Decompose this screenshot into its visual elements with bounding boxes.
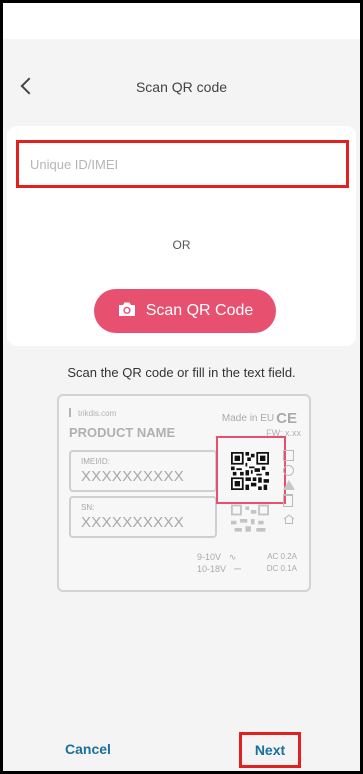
qr-code-faded-icon: [231, 504, 269, 532]
recycle-bin-icon: [283, 494, 293, 507]
app-screen: Scan QR code OR Scan QR Code Scan the QR…: [0, 0, 363, 774]
instruction-text: Scan the QR code or fill in the text fie…: [67, 365, 296, 380]
current-ac-text: AC 0.2A: [267, 552, 297, 561]
trikdis-logo-icon: [69, 408, 76, 417]
device-made-in: Made in EU CE: [222, 410, 297, 427]
device-imei-box: IMEI/ID: XXXXXXXXXX: [69, 450, 217, 492]
header: Scan QR code: [3, 39, 360, 125]
page-title: Scan QR code: [135, 79, 228, 95]
device-voltage-ratings: 9-10V ∿ 10-18V ⎓: [197, 551, 247, 575]
next-button-label: Next: [254, 742, 286, 758]
camera-icon: [117, 301, 137, 322]
cancel-button[interactable]: Cancel: [65, 741, 111, 757]
device-sn-box: SN: XXXXXXXXXX: [69, 496, 217, 538]
scan-qr-button[interactable]: Scan QR Code: [94, 289, 276, 333]
device-current-ratings: AC 0.2A DC 0.1A: [267, 551, 297, 575]
ce-mark-icon: CE: [276, 410, 297, 427]
device-label-illustration: trikdis.com Made in EU CE PRODUCT NAME FW…: [57, 394, 311, 592]
id-input-container: [16, 140, 349, 188]
or-divider: OR: [172, 238, 191, 252]
device-brand: trikdis.com: [69, 408, 116, 418]
qr-code-icon: [231, 452, 269, 490]
bottom-action-bar: Cancel Next: [3, 723, 360, 771]
device-symbol-column: [283, 450, 299, 529]
current-dc-text: DC 0.1A: [266, 564, 297, 573]
ac-symbol-icon: ∿: [228, 552, 237, 562]
info-box-icon: [283, 450, 294, 461]
status-bar: [3, 3, 360, 39]
device-sn-label: SN:: [81, 503, 95, 512]
voltage-ac-text: 9-10V: [197, 552, 222, 562]
device-imei-value: XXXXXXXXXX: [81, 468, 185, 485]
device-imei-label: IMEI/ID:: [81, 457, 110, 466]
device-made-in-text: Made in EU: [221, 413, 275, 424]
scan-qr-button-label: Scan QR Code: [145, 302, 254, 319]
warning-triangle-icon: [283, 480, 295, 490]
device-product-name: PRODUCT NAME: [69, 425, 176, 440]
warning-circle-icon: [283, 465, 294, 476]
device-brand-text: trikdis.com: [78, 409, 117, 418]
device-sn-value: XXXXXXXXXX: [81, 514, 185, 531]
unique-id-input[interactable]: [19, 143, 346, 185]
input-card: OR Scan QR Code: [7, 126, 356, 346]
indoor-use-icon: [283, 514, 295, 524]
next-button[interactable]: Next: [239, 732, 301, 768]
voltage-dc-text: 10-18V: [197, 564, 227, 574]
dc-symbol-icon: ⎓: [233, 564, 242, 574]
